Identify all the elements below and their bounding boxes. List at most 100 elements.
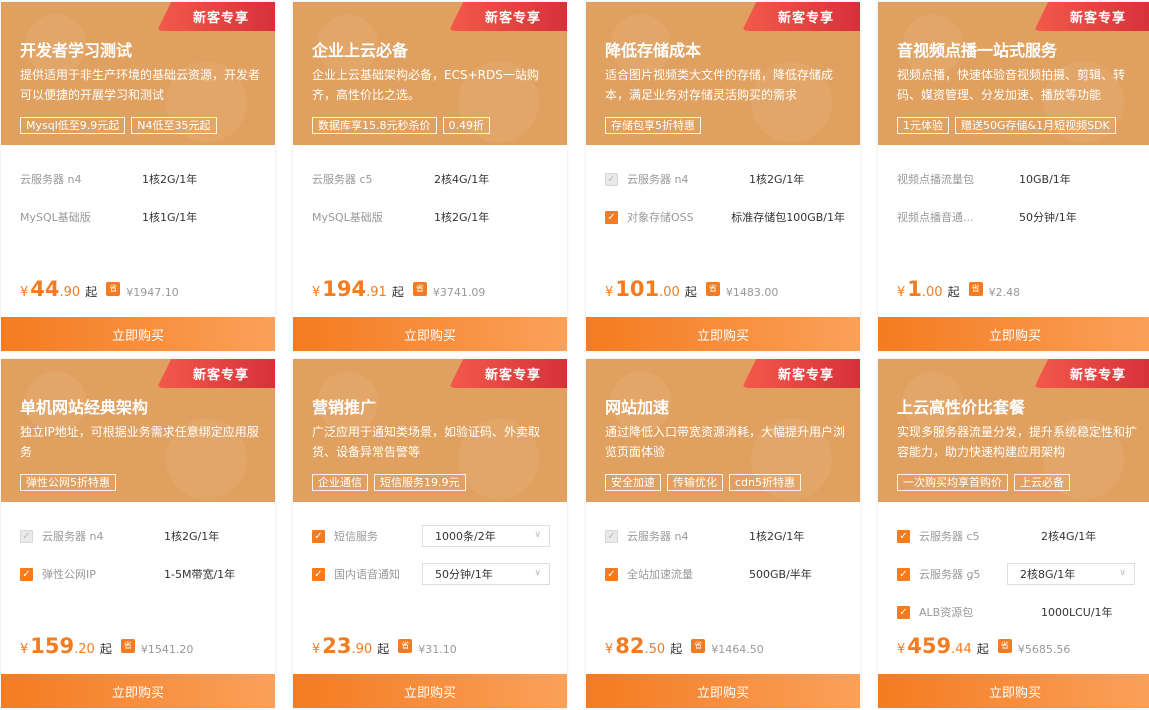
card-description: 广泛应用于通知类场景，如验证码、外卖取货、设备异常告警等 — [312, 425, 541, 459]
promo-tag: cdn5折特惠 — [729, 474, 802, 491]
checkbox-checked-icon[interactable]: ✓ — [20, 567, 33, 581]
price-block: ¥ 23 .90 起 省 ¥31.10 — [312, 634, 457, 658]
buy-now-button[interactable]: 立即购买 — [293, 674, 567, 708]
currency-symbol: ¥ — [605, 285, 614, 300]
new-customer-ribbon: 新客专享 — [1034, 359, 1149, 388]
buy-now-button[interactable]: 立即购买 — [586, 674, 860, 708]
buy-now-button[interactable]: 立即购买 — [1, 317, 275, 351]
spec-select[interactable]: 2核8G/1年 ∨ — [1007, 563, 1135, 585]
price-suffix: 起 — [947, 285, 960, 299]
checkbox-checked-icon[interactable]: ✓ — [312, 529, 325, 543]
currency-symbol: ¥ — [897, 642, 906, 657]
spec-value: 1-5M带宽/1年 — [164, 568, 236, 581]
card-description: 视频点播，快速体验音视频拍摄、剪辑、转码、媒资管理、分发加速、播放等功能 — [897, 68, 1126, 102]
card-description: 适合图片视频类大文件的存储，降低存储成本，满足业务对存储灵活购买的需求 — [605, 68, 834, 102]
spec-row: ✓ 全站加速流量 500GB/半年 — [605, 555, 845, 593]
checkbox-checked-icon[interactable]: ✓ — [312, 567, 325, 581]
spec-row: ✓ ALB资源包 1000LCU/1年 — [897, 593, 1137, 631]
price-decimal: .20 — [74, 642, 95, 657]
currency-symbol: ¥ — [312, 285, 321, 300]
tag-list: 安全加速 传输优化 cdn5折特惠 — [605, 474, 802, 491]
original-price: ¥31.10 — [418, 643, 457, 656]
spec-label: 视频点播音通... — [897, 211, 974, 224]
currency-symbol: ¥ — [20, 642, 29, 657]
checkbox-checked-icon[interactable]: ✓ — [897, 605, 910, 619]
spec-select-value: 1000条/2年 — [435, 530, 496, 543]
price-integer: 194 — [322, 277, 367, 301]
spec-label: 国内语音通知 — [334, 568, 400, 581]
spec-row: ✓ 云服务器 c5 2核4G/1年 — [897, 517, 1137, 555]
spec-list: ✓ 短信服务 1000条/2年 ∨ ✓ 国内语音通知 50分钟/1年 ∨ — [312, 517, 552, 593]
save-badge-icon: 省 — [412, 282, 427, 296]
card-description: 实现多服务器流量分发，提升系统稳定性和扩容能力，助力快速构建应用架构 — [897, 425, 1138, 459]
spec-list: 视频点播流量包 10GB/1年视频点播音通... 50分钟/1年 — [897, 160, 1137, 236]
spec-select[interactable]: 50分钟/1年 ∨ — [422, 563, 550, 585]
spec-label: 视频点播流量包 — [897, 173, 974, 186]
spec-row: ✓ 弹性公网IP 1-5M带宽/1年 — [20, 555, 260, 593]
chevron-down-icon: ∨ — [534, 568, 541, 578]
card-title: 网站加速 — [605, 398, 670, 417]
original-price: ¥1541.20 — [140, 643, 194, 656]
price-suffix: 起 — [976, 642, 989, 656]
spec-list: ✓ 云服务器 c5 2核4G/1年 ✓ 云服务器 g5 2核8G/1年 ∨ ✓ ALB资源包 10… — [897, 517, 1137, 631]
spec-row: 视频点播流量包 10GB/1年 — [897, 160, 1137, 198]
product-card: 新客专享 单机网站经典架构 独立IP地址，可根据业务需求任意绑定应用服务 弹性公… — [1, 359, 275, 708]
new-customer-ribbon: 新客专享 — [157, 359, 275, 388]
promo-tag: 1元体验 — [897, 117, 949, 134]
spec-select[interactable]: 1000条/2年 ∨ — [422, 525, 550, 547]
price-suffix: 起 — [391, 285, 404, 299]
promo-tag: 上云必备 — [1014, 474, 1070, 491]
spec-value: 1核2G/1年 — [749, 173, 805, 186]
spec-row: ✓ 云服务器 n4 1核2G/1年 — [605, 160, 845, 198]
card-header: 新客专享 上云高性价比套餐 实现多服务器流量分发，提升系统稳定性和扩容能力，助力… — [878, 359, 1149, 502]
promo-tag: 存储包享5折特惠 — [605, 117, 701, 134]
product-card: 新客专享 网站加速 通过降低入口带宽资源消耗，大幅提升用户浏览页面体验 安全加速… — [586, 359, 860, 708]
checkbox-checked-icon[interactable]: ✓ — [897, 567, 910, 581]
price-integer: 159 — [30, 634, 75, 658]
price-suffix: 起 — [377, 642, 390, 656]
buy-now-button[interactable]: 立即购买 — [878, 674, 1149, 708]
spec-row: ✓ 云服务器 n4 1核2G/1年 — [605, 517, 845, 555]
tag-list: 存储包享5折特惠 — [605, 117, 701, 134]
price-block: ¥ 1 .00 起 省 ¥2.48 — [897, 277, 1020, 301]
spec-list: ✓ 云服务器 n4 1核2G/1年 ✓ 弹性公网IP 1-5M带宽/1年 — [20, 517, 260, 593]
spec-value: 50分钟/1年 — [1019, 211, 1077, 224]
buy-now-button[interactable]: 立即购买 — [878, 317, 1149, 351]
card-title: 上云高性价比套餐 — [897, 398, 1026, 417]
card-header: 新客专享 降低存储成本 适合图片视频类大文件的存储，降低存储成本，满足业务对存储… — [586, 2, 860, 145]
price-block: ¥ 159 .20 起 省 ¥1541.20 — [20, 634, 193, 658]
price-block: ¥ 194 .91 起 省 ¥3741.09 — [312, 277, 485, 301]
buy-now-button[interactable]: 立即购买 — [293, 317, 567, 351]
price-integer: 101 — [615, 277, 660, 301]
checkbox-checked-icon[interactable]: ✓ — [897, 529, 910, 543]
new-customer-ribbon: 新客专享 — [449, 359, 567, 388]
card-description: 提供适用于非生产环境的基础云资源，开发者可以便捷的开展学习和测试 — [20, 68, 261, 102]
chevron-down-icon: ∨ — [534, 530, 541, 540]
save-badge-icon: 省 — [120, 639, 135, 653]
checkbox-checked-icon[interactable]: ✓ — [605, 567, 618, 581]
chevron-down-icon: ∨ — [1119, 568, 1126, 578]
currency-symbol: ¥ — [897, 285, 906, 300]
product-card: 新客专享 企业上云必备 企业上云基础架构必备，ECS+RDS一站购齐，高性价比之… — [293, 2, 567, 351]
price-decimal: .44 — [951, 642, 972, 657]
spec-row: 云服务器 c5 2核4G/1年 — [312, 160, 552, 198]
product-grid: 新客专享 开发者学习测试 提供适用于非生产环境的基础云资源，开发者可以便捷的开展… — [0, 0, 1149, 710]
original-price: ¥1947.10 — [126, 286, 179, 299]
spec-label: MySQL基础版 — [20, 211, 91, 224]
buy-now-button[interactable]: 立即购买 — [1, 674, 275, 708]
card-title: 企业上云必备 — [312, 41, 409, 60]
price-integer: 23 — [322, 634, 352, 658]
card-header: 新客专享 企业上云必备 企业上云基础架构必备，ECS+RDS一站购齐，高性价比之… — [293, 2, 567, 145]
spec-row: ✓ 国内语音通知 50分钟/1年 ∨ — [312, 555, 552, 593]
checkbox-disabled-icon: ✓ — [20, 529, 33, 543]
price-decimal: .00 — [921, 285, 943, 300]
new-customer-ribbon: 新客专享 — [157, 2, 275, 31]
card-title: 降低存储成本 — [605, 41, 702, 60]
checkbox-checked-icon[interactable]: ✓ — [605, 210, 618, 224]
spec-label: 短信服务 — [334, 530, 378, 543]
price-integer: 82 — [615, 634, 645, 658]
spec-label: MySQL基础版 — [312, 211, 383, 224]
tag-list: Mysql低至9.9元起 N4低至35元起 — [20, 117, 217, 134]
buy-now-button[interactable]: 立即购买 — [586, 317, 860, 351]
price-block: ¥ 459 .44 起 省 ¥5685.56 — [897, 634, 1070, 658]
